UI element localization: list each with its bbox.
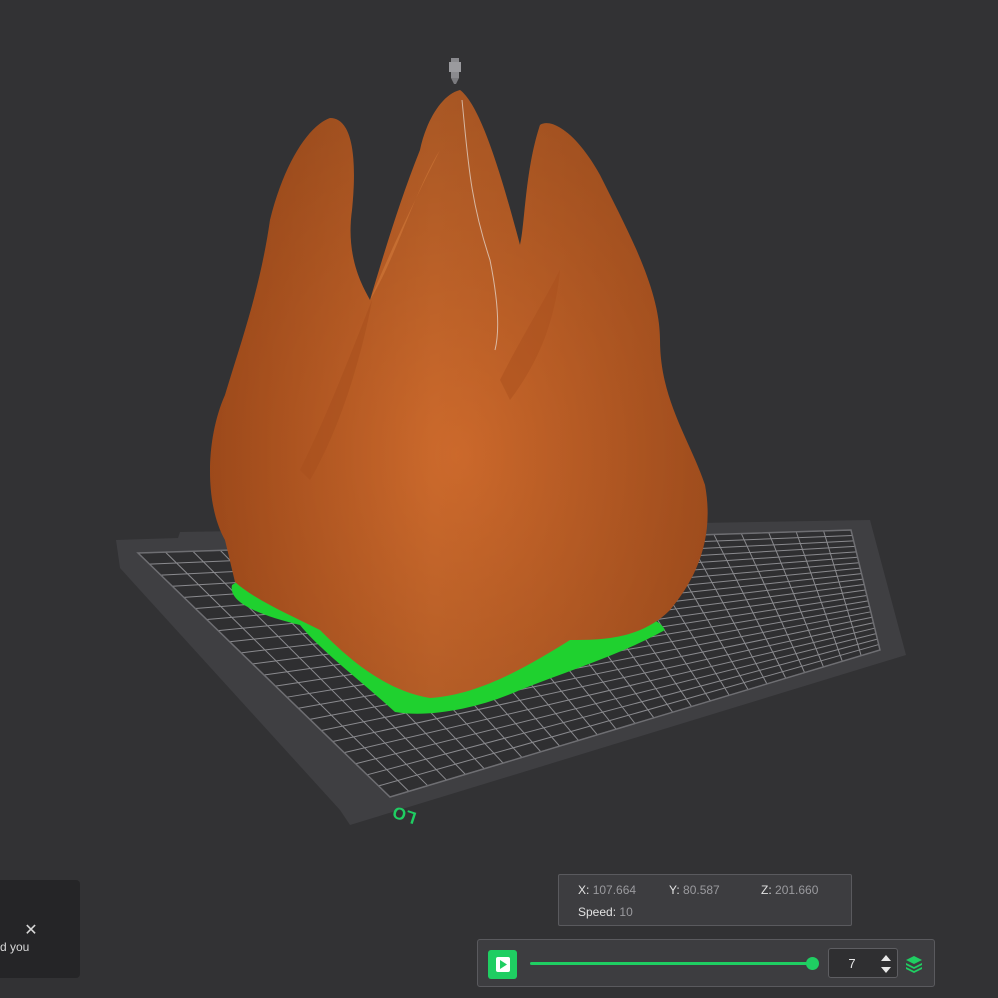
speed-label: Speed: [578, 905, 617, 919]
nozzle [449, 58, 461, 84]
x-readout: X: 107.664 [578, 883, 636, 897]
z-value: 201.660 [775, 883, 819, 897]
layer-input[interactable] [829, 949, 875, 977]
speed-value: 10 [619, 905, 633, 919]
y-value: 80.587 [683, 883, 720, 897]
notification-toast: ✕ d you [0, 880, 80, 978]
play-button[interactable] [488, 950, 517, 979]
speed-readout: Speed: 10 [578, 905, 633, 919]
coordinates-panel: X: 107.664 Y: 80.587 Z: 201.660 Speed: 1… [558, 874, 852, 926]
x-value: 107.664 [592, 883, 637, 897]
chevron-down-icon[interactable] [879, 965, 893, 975]
layer-stepper[interactable] [828, 948, 898, 978]
y-label: Y: [669, 883, 680, 897]
x-label: X: [578, 883, 590, 897]
y-readout: Y: 80.587 [669, 883, 720, 897]
z-readout: Z: 201.660 [761, 883, 818, 897]
chevron-up-icon[interactable] [879, 953, 893, 963]
notification-message: d you [0, 940, 30, 954]
playback-bar [477, 939, 935, 987]
3d-viewport[interactable]: LO [0, 0, 998, 998]
layers-icon[interactable] [904, 954, 924, 974]
z-label: Z: [761, 883, 772, 897]
progress-slider[interactable] [530, 957, 819, 970]
sliced-model [210, 90, 708, 714]
close-icon[interactable]: ✕ [22, 922, 40, 940]
slider-handle[interactable] [806, 957, 819, 970]
play-icon [496, 957, 510, 972]
